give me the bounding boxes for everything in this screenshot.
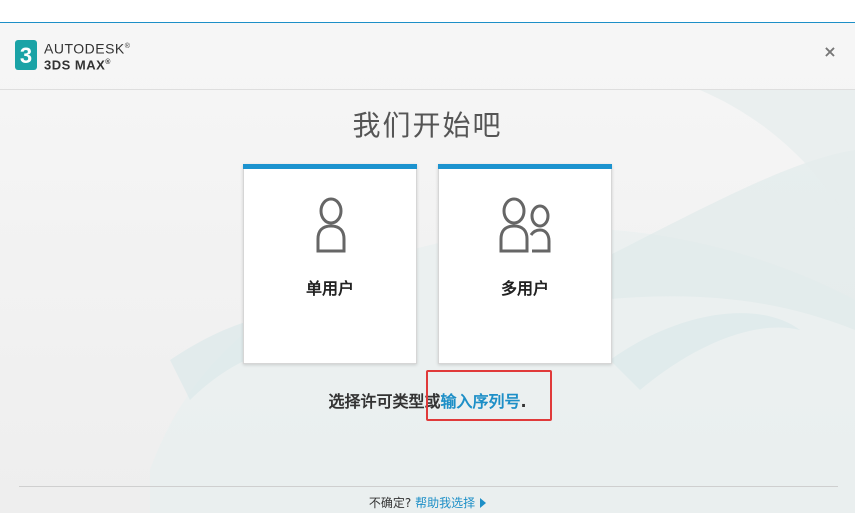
single-user-icon (244, 193, 416, 253)
close-icon: × (823, 42, 837, 61)
prompt-text: 选择许可类型或 (328, 392, 441, 411)
brand-line-1: AUTODESK (44, 40, 125, 57)
multi-user-option[interactable]: 多用户 (438, 164, 612, 364)
header: 3 AUTODESK® 3DS MAX® × (0, 23, 855, 89)
window-top-bar (0, 0, 855, 23)
logo-wordmark: AUTODESK® 3DS MAX® (44, 40, 130, 71)
single-user-option[interactable]: 单用户 (243, 164, 417, 364)
setup-window: 3 AUTODESK® 3DS MAX® × 我们开始吧 单用户 多用户 选择许… (0, 0, 855, 513)
triangle-right-icon (480, 498, 487, 508)
3dsmax-logo-icon: 3 (15, 40, 37, 71)
footer-divider (19, 486, 838, 487)
help-me-choose-link[interactable]: 帮助我选择 (415, 496, 487, 510)
registered-mark: ® (124, 43, 131, 50)
header-divider (0, 89, 855, 90)
registered-mark: ® (105, 58, 111, 66)
multi-user-icon (439, 193, 611, 253)
help-link-label: 帮助我选择 (415, 496, 476, 510)
annotation-highlight-box (426, 370, 552, 421)
multi-user-label: 多用户 (500, 279, 549, 298)
svg-text:3: 3 (20, 43, 32, 68)
page-title: 我们开始吧 (352, 109, 503, 142)
footer: 不确定? 帮助我选择 (0, 494, 855, 511)
brand-line-2: 3DS MAX (44, 56, 106, 72)
footer-question: 不确定? (368, 496, 412, 510)
autodesk-3dsmax-logo: 3 AUTODESK® 3DS MAX® (15, 40, 130, 71)
close-button[interactable]: × (823, 42, 837, 61)
single-user-label: 单用户 (305, 279, 354, 298)
